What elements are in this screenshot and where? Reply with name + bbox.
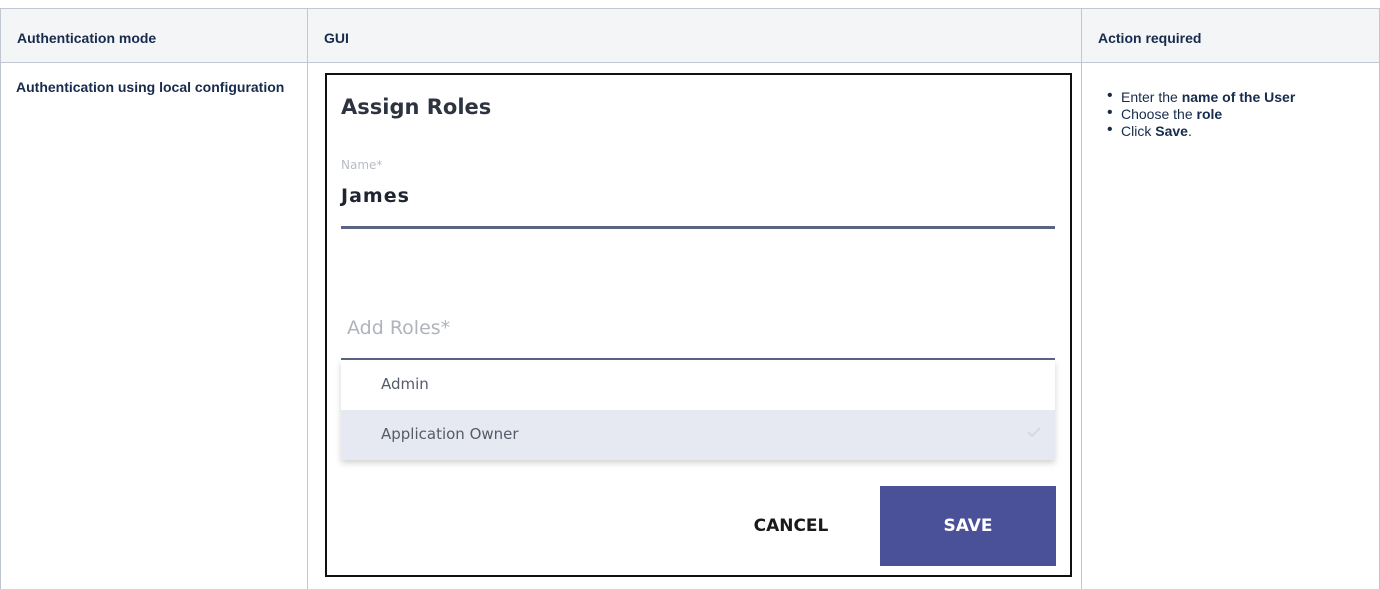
assign-roles-dialog: Assign Roles Name* James Add Roles* Admi… <box>325 73 1072 577</box>
action-emphasis: role <box>1196 106 1223 122</box>
list-item: Choose the role <box>1107 105 1357 122</box>
action-text-suffix: . <box>1187 123 1192 139</box>
header-gui: GUI <box>324 30 349 46</box>
list-item: Click Save. <box>1107 122 1357 139</box>
name-field-underline <box>341 226 1055 229</box>
name-field-label: Name* <box>341 158 383 172</box>
cancel-button[interactable]: CANCEL <box>721 486 861 566</box>
list-item: Enter the name of the User <box>1107 88 1357 105</box>
role-option-label: Application Owner <box>381 425 519 443</box>
header-cell-mode: Authentication mode <box>1 8 307 62</box>
authentication-mode-text: Authentication using local configuration <box>16 79 285 95</box>
instruction-table: Authentication mode GUI Action required … <box>0 0 1380 589</box>
action-emphasis: name of the User <box>1181 89 1296 105</box>
table-border-left <box>0 8 1 589</box>
role-option-label: Admin <box>381 375 429 393</box>
action-emphasis: Save <box>1155 123 1188 139</box>
add-roles-field[interactable]: Add Roles* <box>347 317 450 339</box>
action-text: Enter the <box>1121 89 1182 105</box>
table-header-divider <box>0 62 1380 63</box>
action-list: Enter the name of the User Choose the ro… <box>1107 88 1357 141</box>
name-field[interactable]: James <box>341 185 410 207</box>
check-icon <box>1027 427 1041 437</box>
column-divider-2 <box>1081 8 1082 589</box>
action-text: Click <box>1121 123 1156 139</box>
action-text: Choose the <box>1121 106 1197 122</box>
roles-dropdown: Admin Application Owner <box>341 360 1055 460</box>
save-button[interactable]: SAVE <box>880 486 1056 566</box>
header-cell-action: Action required <box>1082 8 1379 62</box>
column-divider-1 <box>307 8 308 589</box>
header-authentication-mode: Authentication mode <box>17 30 157 46</box>
role-option-application-owner[interactable]: Application Owner <box>341 410 1055 460</box>
table-border-top <box>0 8 1380 9</box>
role-option-admin[interactable]: Admin <box>341 360 1055 410</box>
header-cell-gui: GUI <box>308 8 1081 62</box>
dialog-title: Assign Roles <box>341 95 492 119</box>
header-action-required: Action required <box>1098 30 1202 46</box>
